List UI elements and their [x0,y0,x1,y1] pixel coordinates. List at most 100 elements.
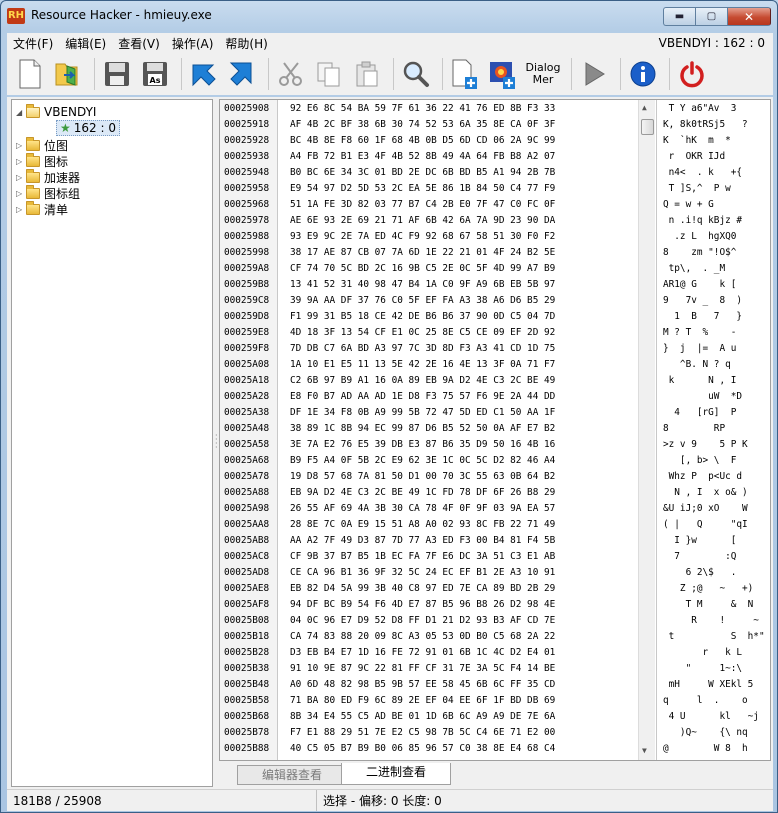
vertical-scrollbar[interactable]: ▲ ▼ [638,100,655,760]
navigate-back-button[interactable] [187,56,221,92]
ascii-column[interactable]: T Y a6"Av 3 K, 8k0tRSj5 ? K `hK m * r OKR … [656,100,770,760]
hex-row-bytes[interactable]: 71 BA 80 ED F9 6C 89 2E EF 04 EE 6F 1F B… [290,693,555,709]
hex-row-bytes[interactable]: 38 17 AE 87 CB 07 7A 6D 1E 22 21 01 4F 2… [290,245,555,261]
hex-row-bytes[interactable]: CA 74 83 88 20 09 8C A3 05 53 0D B0 C5 6… [290,629,555,645]
hex-row-bytes[interactable]: 94 DF BC B9 54 F6 4D E7 87 B5 96 B8 26 D… [290,597,555,613]
hex-row-bytes[interactable]: DF 1E 34 F8 0B A9 99 5B 72 47 5D ED C1 5… [290,405,555,421]
tree-node-icon[interactable]: ▷ 图标 [16,152,68,169]
expand-triangle-icon[interactable]: ▷ [16,157,26,166]
ascii-row[interactable]: 4 U kl ~j [663,709,759,725]
hex-row-bytes[interactable]: E9 54 97 D2 5D 53 2C EA 5E 86 1B 84 50 C… [290,181,555,197]
ascii-row[interactable]: T Y a6"Av 3 [663,101,737,117]
ascii-row[interactable]: 7 :Q [663,549,736,565]
expand-triangle-icon[interactable]: ▷ [16,173,26,182]
scroll-down-arrow-icon[interactable]: ▼ [642,746,647,755]
hex-row-bytes[interactable]: E8 F0 B7 AD AA AD 1E D8 F3 75 57 F6 9E 2… [290,389,555,405]
hex-row-bytes[interactable]: 7D DB C7 6A BD A3 97 7C 3D 8D F3 A3 41 C… [290,341,555,357]
scrollbar-thumb[interactable] [641,119,654,135]
hex-row-bytes[interactable]: D3 EB B4 E7 1D 16 FE 72 91 01 6B 1C 4C D… [290,645,555,661]
tab-editor-view[interactable]: 编辑器查看 [237,765,347,785]
ascii-row[interactable]: .z L hgXQ0 [663,229,736,245]
hex-row-bytes[interactable]: EB 82 D4 5A 99 3B 40 C8 97 ED 7E CA 89 B… [290,581,555,597]
hex-row-bytes[interactable]: AF 4B 2C BF 38 6B 30 74 52 53 6A 35 8E C… [290,117,555,133]
menu-edit[interactable]: 编辑(E) [59,35,112,52]
hex-row-bytes[interactable]: 04 0C 96 E7 D9 52 D8 FF D1 21 D2 93 B3 A… [290,613,555,629]
hex-row-bytes[interactable]: 1A 10 E1 E5 11 13 5E 42 2E 16 4E 13 3F 0… [290,357,555,373]
ascii-row[interactable]: ( | Q "qI [663,517,748,533]
menu-action[interactable]: 操作(A) [166,35,220,52]
tree-node-accelerator[interactable]: ▷ 加速器 [16,168,80,185]
ascii-row[interactable]: t S h*" [663,629,765,645]
minimize-button[interactable]: ▬ [663,7,695,26]
hex-row-bytes[interactable]: 8B 34 E4 55 C5 AD BE 01 1D 6B 6C A9 A9 D… [290,709,555,725]
ascii-row[interactable]: Q = w + G [663,197,714,213]
ascii-row[interactable]: r OKR IJd [663,149,725,165]
hex-row-bytes[interactable]: AE 6E 93 2E 69 21 71 AF 6B 42 6A 7A 9D 2… [290,213,555,229]
run-script-button[interactable] [577,56,611,92]
menu-help[interactable]: 帮助(H) [219,35,273,52]
ascii-row[interactable]: ^B. N ? q [663,357,731,373]
expand-triangle-icon[interactable]: ▷ [16,205,26,214]
ascii-row[interactable]: I }w [ [663,533,736,549]
hex-row-bytes[interactable]: 28 8E 7C 0A E9 15 51 A8 A0 02 93 8C FB 2… [290,517,555,533]
resource-tree[interactable]: ◢ VBENDYI ★ 162 : 0 ▷ 位图 ▷ 图标 ▷ 加速器 ▷ 图标… [11,99,213,787]
cut-button[interactable] [274,56,308,92]
scroll-up-arrow-icon[interactable]: ▲ [642,103,647,112]
ascii-row[interactable]: 8 RP [663,421,725,437]
ascii-row[interactable]: 4 [rG] P [663,405,736,421]
hex-row-bytes[interactable]: 3E 7A E2 76 E5 39 DB E3 87 B6 35 D9 50 1… [290,437,555,453]
hex-row-bytes[interactable]: 19 D8 57 68 7A 81 50 D1 00 70 3C 55 63 0… [290,469,555,485]
hex-row-bytes[interactable]: 38 89 1C 8B 94 EC 99 87 D6 B5 52 50 0A A… [290,421,555,437]
ascii-row[interactable]: )Q~ {\ nq [663,725,748,741]
hex-viewer[interactable]: 00025908 92 E6 8C 54 BA 59 7F 61 36 22 41… [219,99,771,761]
exit-button[interactable] [675,56,709,92]
ascii-row[interactable]: mH W XEkl 5 [663,677,754,693]
tree-node-icon-group[interactable]: ▷ 图标组 [16,184,80,201]
dialog-merge-button[interactable]: Dialog Mer [524,56,562,92]
add-blank-resource-button[interactable] [448,56,482,92]
ascii-row[interactable]: R ! ~ [663,613,759,629]
collapse-triangle-icon[interactable]: ◢ [16,108,26,117]
tab-binary-view[interactable]: 二进制查看 [341,763,451,785]
navigate-forward-button[interactable] [225,56,259,92]
ascii-row[interactable]: >z v 9 5 P K [663,437,748,453]
ascii-row[interactable]: uW *D [663,389,742,405]
hex-row-bytes[interactable]: CF 74 70 5C BD 2C 16 9B C5 2E 0C 5F 4D 9… [290,261,555,277]
ascii-row[interactable]: n .i!q kBjz # [663,213,742,229]
tree-node-selected-language[interactable]: ★ 162 : 0 [56,120,120,136]
about-button[interactable] [626,56,660,92]
copy-button[interactable] [312,56,346,92]
hex-row-bytes[interactable]: 91 10 9E 87 9C 22 81 FF CF 31 7E 3A 5C F… [290,661,555,677]
tree-node-bitmap[interactable]: ▷ 位图 [16,136,68,153]
expand-triangle-icon[interactable]: ▷ [16,141,26,150]
panel-splitter[interactable]: · · · · [214,99,218,787]
menu-view[interactable]: 查看(V) [112,35,166,52]
save-as-button[interactable]: As [138,56,172,92]
ascii-row[interactable]: tp\, . _M [663,261,725,277]
new-file-button[interactable] [13,56,47,92]
hex-row-bytes[interactable]: F1 99 31 B5 18 CE 42 DE B6 B6 37 90 0D C… [290,309,555,325]
maximize-button[interactable]: ▢ [695,7,727,26]
close-button[interactable]: ✕ [727,7,771,26]
hex-row-bytes[interactable]: 51 1A FE 3D 82 03 77 B7 C4 2B E0 7F 47 C… [290,197,555,213]
hex-row-bytes[interactable]: C2 6B 97 B9 A1 16 0A 89 EB 9A D2 4E C3 2… [290,373,555,389]
ascii-row[interactable]: 6 2\$ . [663,565,737,581]
ascii-row[interactable]: N , I x o& ) [663,485,747,501]
expand-triangle-icon[interactable]: ▷ [16,189,26,198]
ascii-row[interactable]: K `hK m * [663,133,731,149]
ascii-row[interactable]: &U iJ;0 xO W [663,501,748,517]
tree-node-root[interactable]: ◢ VBENDYI [16,103,96,120]
ascii-row[interactable]: [, b> \ F [663,453,736,469]
title-bar[interactable]: RH Resource Hacker - hmieuy.exe ▬ ▢ ✕ [1,1,777,31]
hex-row-bytes[interactable]: B9 F5 A4 0F 5B 2C E9 62 3E 1C 0C 5C D2 8… [290,453,555,469]
tree-node-manifest[interactable]: ▷ 清单 [16,200,68,217]
hex-row-bytes[interactable]: 26 55 AF 69 4A 3B 30 CA 78 4F 0F 9F 03 9… [290,501,555,517]
ascii-row[interactable]: r k L [663,645,743,661]
ascii-row[interactable]: " 1~:\ [663,661,742,677]
ascii-row[interactable]: 1 B 7 } [663,309,742,325]
ascii-row[interactable]: Z ;@ ~ +) [663,581,753,597]
ascii-row[interactable]: K, 8k0tRSj5 ? [663,117,748,133]
hex-row-bytes[interactable]: CE CA 96 B1 36 9F 32 5C 24 EC EF B1 2E A… [290,565,555,581]
hex-row-bytes[interactable]: B0 BC 6E 34 3C 01 BD 2E DC 6B BD B5 A1 9… [290,165,555,181]
hex-row-bytes[interactable]: EB 9A D2 4E C3 2C BE 49 1C FD 78 DF 6F 2… [290,485,555,501]
